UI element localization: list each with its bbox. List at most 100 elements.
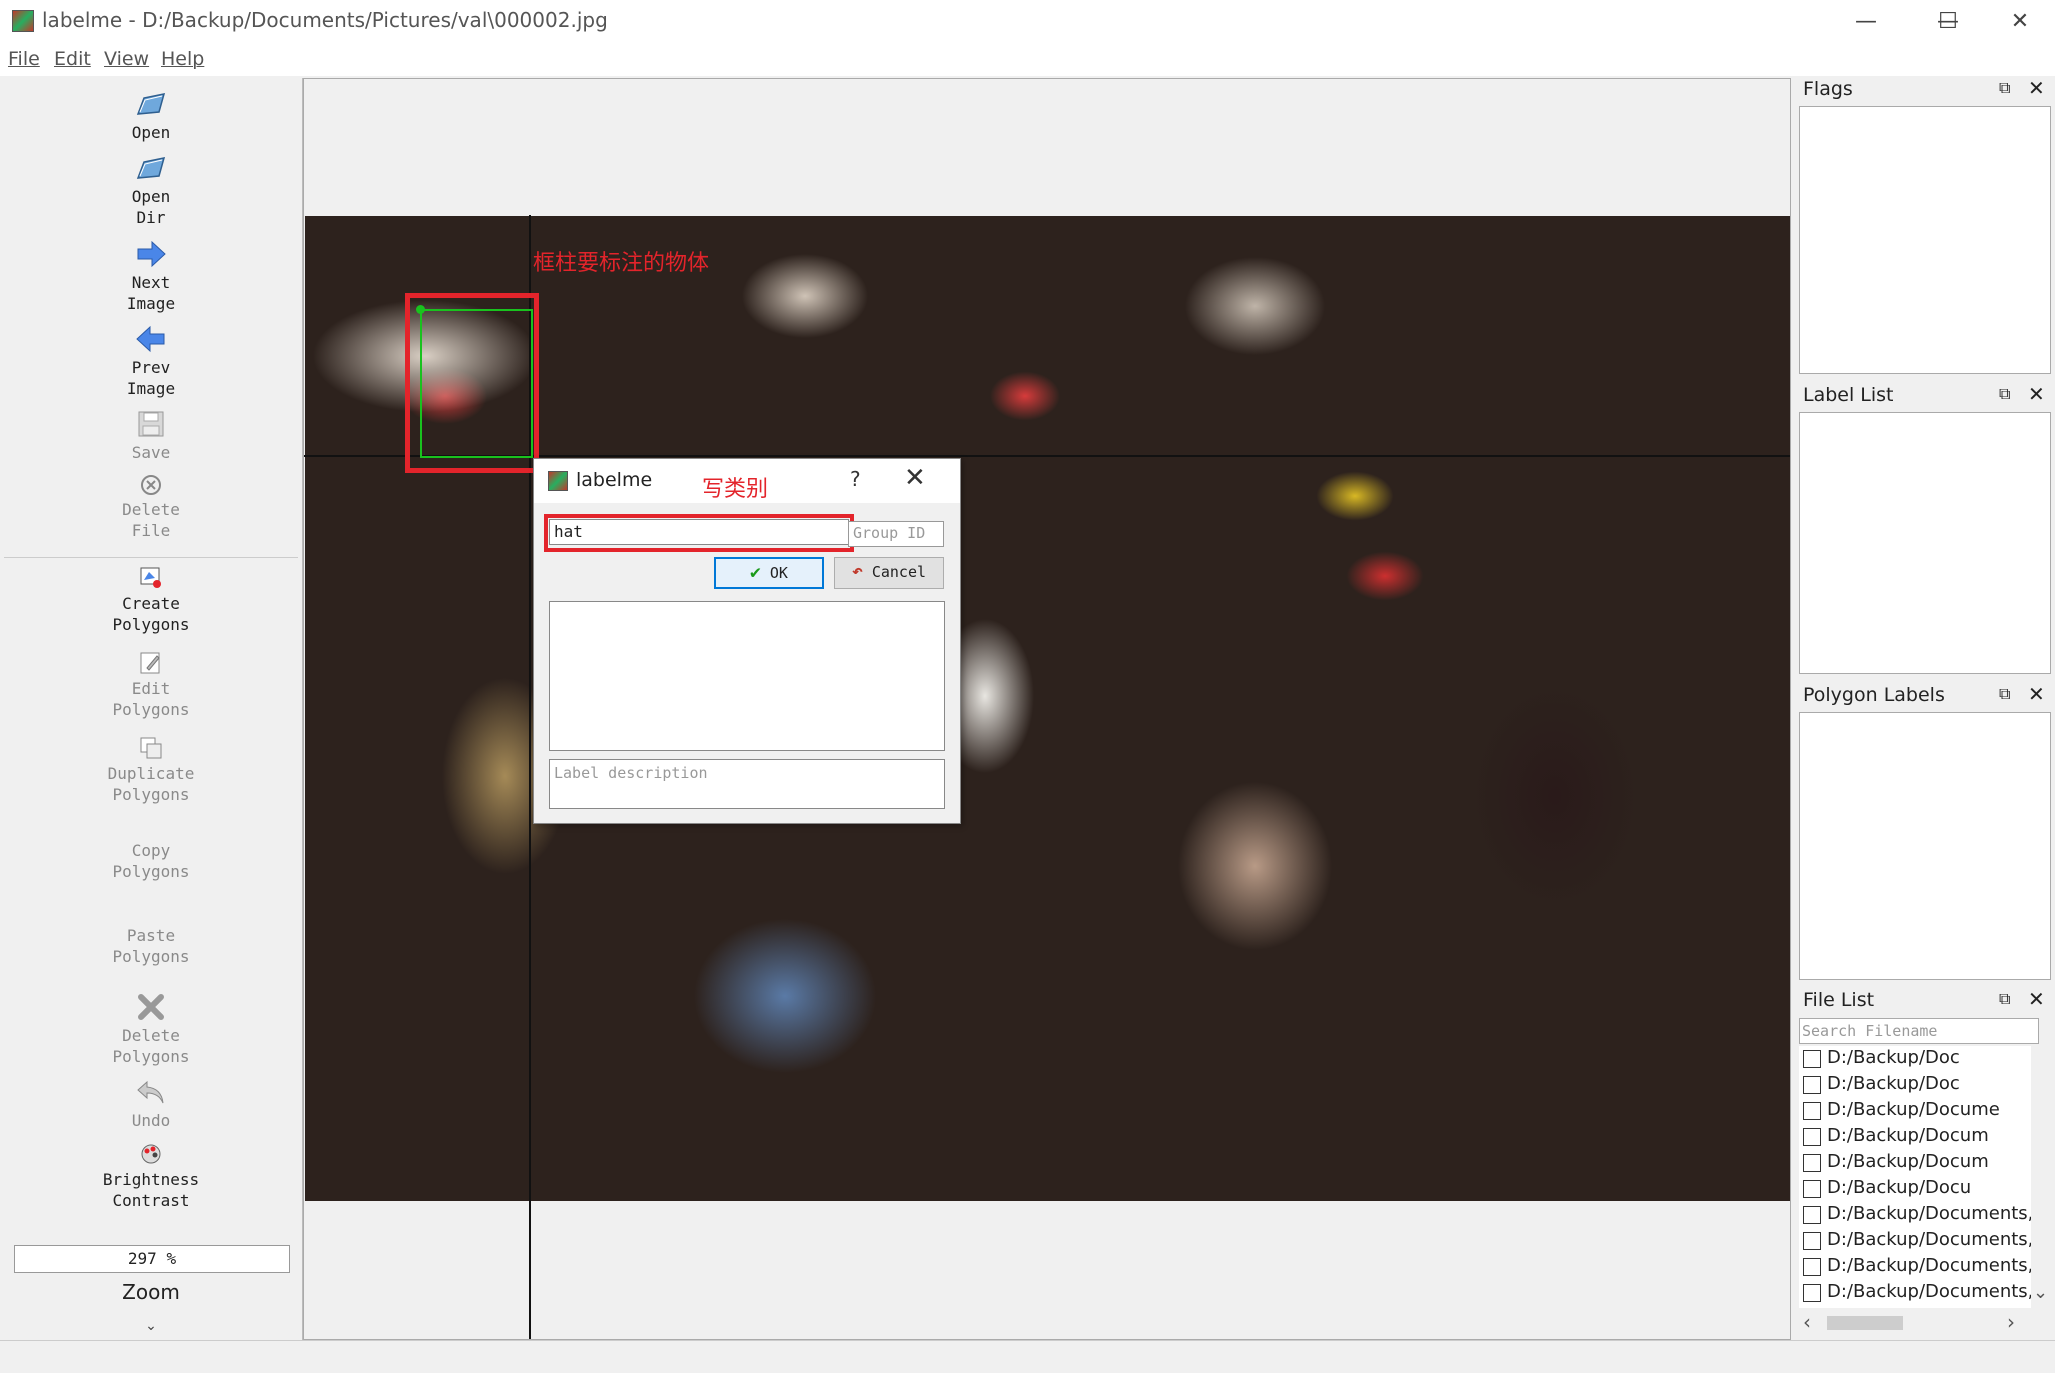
file-list-item[interactable]: D:/Backup/Documents, <box>1799 1202 2031 1228</box>
polygon-labels-panel[interactable] <box>1799 712 2051 980</box>
create-polygons-label-2: Polygons <box>112 615 190 634</box>
flags-panel[interactable] <box>1799 106 2051 374</box>
file-list-item[interactable]: D:/Backup/Docum <box>1799 1124 2031 1150</box>
save-button[interactable]: Save <box>0 408 302 463</box>
file-checkbox[interactable] <box>1803 1284 1821 1302</box>
save-label: Save <box>131 443 171 462</box>
brightness-contrast-label-2: Contrast <box>112 1191 190 1210</box>
create-polygons-label-1: Create <box>122 594 180 613</box>
file-checkbox[interactable] <box>1803 1180 1821 1198</box>
save-disk-icon <box>138 411 164 437</box>
file-list-item[interactable]: D:/Backup/Documents, <box>1799 1280 2031 1306</box>
dialog-close-button[interactable]: ✕ <box>904 463 926 493</box>
copy-polygons-label-1: Copy <box>131 841 171 860</box>
file-checkbox[interactable] <box>1803 1206 1821 1224</box>
delete-polygons-button[interactable]: Delete Polygons <box>0 991 302 1067</box>
polygon-labels-dock-title: Polygon Labels ⧉ ✕ <box>1793 682 2055 710</box>
menu-help[interactable]: Help <box>161 48 204 70</box>
search-filename-input[interactable]: Search Filename <box>1799 1018 2039 1044</box>
float-icon[interactable]: ⧉ <box>1999 78 2010 98</box>
zoom-spinbox[interactable]: 297 % <box>14 1245 290 1273</box>
float-icon[interactable]: ⧉ <box>1999 384 2010 404</box>
delete-file-button[interactable]: Delete File <box>0 473 302 541</box>
copy-polygons-button[interactable]: Copy Polygons <box>0 840 302 882</box>
toolbar-extension-chevron-icon[interactable]: ⌄ <box>0 1318 302 1334</box>
file-name: D:/Backup/Docume <box>1827 1099 2000 1120</box>
float-icon[interactable]: ⧉ <box>1999 684 2010 704</box>
file-list-item[interactable]: D:/Backup/Docume <box>1799 1098 2031 1124</box>
undo-arrow-icon <box>137 1080 164 1104</box>
paste-polygons-label-2: Polygons <box>112 947 190 966</box>
paste-polygons-button[interactable]: Paste Polygons <box>0 925 302 967</box>
label-list-dock-title: Label List ⧉ ✕ <box>1793 382 2055 410</box>
close-icon[interactable]: ✕ <box>2028 76 2045 100</box>
delete-polygons-label-2: Polygons <box>112 1047 190 1066</box>
undo-button[interactable]: Undo <box>0 1076 302 1131</box>
arrow-left-icon <box>136 325 165 353</box>
file-list-vertical-scrollbar[interactable]: ⌄ <box>2031 1046 2051 1308</box>
file-checkbox[interactable] <box>1803 1050 1821 1068</box>
folder-open-icon <box>136 157 166 179</box>
close-icon[interactable]: ✕ <box>2028 682 2045 706</box>
file-checkbox[interactable] <box>1803 1258 1821 1276</box>
menu-edit[interactable]: Edit <box>54 48 91 70</box>
polygon-vertex[interactable] <box>416 305 425 314</box>
dialog-annotation-text: 写类别 <box>702 477 769 502</box>
file-list-item[interactable]: D:/Backup/Docu <box>1799 1176 2031 1202</box>
file-list-item[interactable]: D:/Backup/Documents, <box>1799 1254 2031 1280</box>
float-icon[interactable]: ⧉ <box>1999 989 2010 1009</box>
prev-image-button[interactable]: Prev Image <box>0 323 302 399</box>
cancel-button[interactable]: ↶ Cancel <box>834 557 944 589</box>
duplicate-icon <box>140 737 162 759</box>
paste-polygons-label-1: Paste <box>126 926 176 945</box>
file-checkbox[interactable] <box>1803 1128 1821 1146</box>
edit-polygons-button[interactable]: Edit Polygons <box>0 650 302 720</box>
file-checkbox[interactable] <box>1803 1232 1821 1250</box>
group-id-input[interactable]: Group ID <box>848 521 944 547</box>
next-image-button[interactable]: Next Image <box>0 238 302 314</box>
close-icon[interactable]: ✕ <box>2028 382 2045 406</box>
dialog-help-button[interactable]: ? <box>850 467 861 491</box>
file-checkbox[interactable] <box>1803 1076 1821 1094</box>
delete-x-icon <box>138 994 164 1020</box>
label-dialog: labelme 写类别 ? ✕ hat Group ID ✔ OK ↶ Canc… <box>533 458 961 824</box>
open-dir-button[interactable]: Open Dir <box>0 152 302 228</box>
ok-button[interactable]: ✔ OK <box>714 557 824 589</box>
dialog-label-list[interactable] <box>549 601 945 751</box>
label-description-input[interactable]: Label description <box>549 759 945 809</box>
close-icon[interactable]: ✕ <box>2028 987 2045 1011</box>
chevron-right-icon[interactable]: › <box>2007 1310 2015 1334</box>
file-list-item[interactable]: D:/Backup/Documents, <box>1799 1228 2031 1254</box>
file-list-item[interactable]: D:/Backup/Doc <box>1799 1046 2031 1072</box>
file-checkbox[interactable] <box>1803 1102 1821 1120</box>
delete-file-label-1: Delete <box>122 500 180 519</box>
open-button[interactable]: Open <box>0 88 302 143</box>
menu-file[interactable]: File <box>8 48 40 70</box>
scrollbar-thumb[interactable] <box>1827 1316 1903 1330</box>
minimize-button[interactable]: — <box>1836 4 1896 40</box>
file-checkbox[interactable] <box>1803 1154 1821 1172</box>
annotation-instruction-text: 框柱要标注的物体 <box>533 251 710 276</box>
label-list-panel[interactable] <box>1799 412 2051 674</box>
file-list-dock-title: File List ⧉ ✕ <box>1793 987 2055 1015</box>
create-polygon-icon <box>140 567 161 588</box>
maximize-button[interactable]: ☐ <box>1918 4 1978 40</box>
file-list-item[interactable]: D:/Backup/Doc <box>1799 1072 2031 1098</box>
window-title: labelme - D:/Backup/Documents/Pictures/v… <box>42 8 608 32</box>
file-list-item[interactable]: D:/Backup/Docum <box>1799 1150 2031 1176</box>
chevron-down-icon[interactable]: ⌄ <box>2033 1282 2048 1303</box>
create-polygons-button[interactable]: Create Polygons <box>0 565 302 635</box>
polygon-shape[interactable] <box>420 309 533 458</box>
flags-dock-title: Flags ⧉ ✕ <box>1793 76 2055 104</box>
delete-polygons-label-1: Delete <box>122 1026 180 1045</box>
menu-bar: File Edit View Help <box>0 44 2055 76</box>
chevron-left-icon[interactable]: ‹ <box>1803 1310 1811 1334</box>
image-canvas[interactable]: 框柱要标注的物体 <box>303 78 1791 1340</box>
menu-view[interactable]: View <box>104 48 149 70</box>
prev-image-label-1: Prev <box>131 358 171 377</box>
dialog-title-bar: labelme 写类别 ? ✕ <box>534 459 960 503</box>
duplicate-polygons-button[interactable]: Duplicate Polygons <box>0 735 302 805</box>
brightness-contrast-button[interactable]: Brightness Contrast <box>0 1141 302 1211</box>
close-window-button[interactable]: ✕ <box>1990 4 2050 40</box>
file-list-horizontal-scrollbar[interactable]: ‹ › <box>1799 1310 2031 1334</box>
